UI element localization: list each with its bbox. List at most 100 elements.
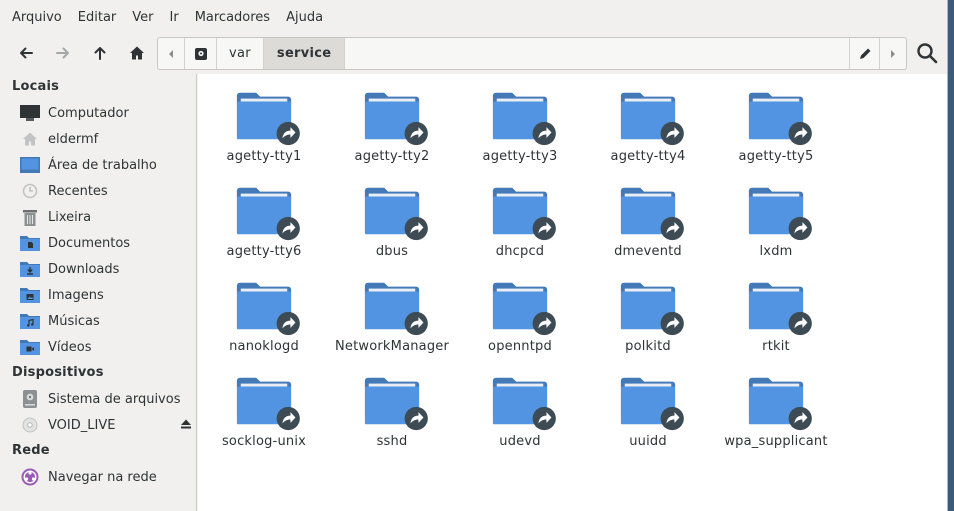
file-item-sshd[interactable]: sshd — [328, 359, 456, 449]
menu-editar[interactable]: Editar — [70, 0, 125, 35]
sidebar-item-sistema-de-arquivos[interactable]: Sistema de arquivos — [4, 386, 196, 412]
folder-documents-icon — [20, 234, 40, 252]
file-name: polkitd — [625, 339, 671, 354]
sidebar-item-label: Vídeos — [48, 339, 92, 355]
file-item-agetty-tty3[interactable]: agetty-tty3 — [456, 74, 584, 164]
forward-button[interactable] — [46, 37, 80, 69]
file-item-networkmanager[interactable]: NetworkManager — [328, 264, 456, 354]
path-segment-service[interactable]: service — [263, 38, 346, 69]
folder-symlink-icon — [236, 377, 300, 431]
sidebar-item-videos[interactable]: Vídeos — [4, 334, 196, 360]
file-item-rtkit[interactable]: rtkit — [712, 264, 840, 354]
path-root-button[interactable] — [185, 38, 217, 69]
sidebar-item-label: VOID_LIVE — [48, 417, 116, 433]
home-button[interactable] — [120, 37, 154, 69]
file-item-agetty-tty5[interactable]: agetty-tty5 — [712, 74, 840, 164]
folder-symlink-icon — [492, 377, 556, 431]
file-item-polkitd[interactable]: polkitd — [584, 264, 712, 354]
sidebar-heading-locais: Locais — [12, 79, 60, 94]
file-name: agetty-tty4 — [610, 149, 686, 164]
file-item-lxdm[interactable]: lxdm — [712, 169, 840, 259]
sidebar-item-label: Navegar na rede — [48, 469, 157, 485]
file-item-udevd[interactable]: udevd — [456, 359, 584, 449]
folder-symlink-icon — [236, 187, 300, 241]
back-button[interactable] — [9, 37, 43, 69]
sidebar-item-label: Recentes — [48, 183, 108, 199]
sidebar-item-label: Computador — [48, 105, 129, 121]
file-item-agetty-tty6[interactable]: agetty-tty6 — [200, 169, 328, 259]
path-scroll-right-button[interactable] — [879, 38, 906, 69]
file-item-agetty-tty1[interactable]: agetty-tty1 — [200, 74, 328, 164]
menu-arquivo[interactable]: Arquivo — [4, 0, 70, 35]
trash-icon — [20, 208, 40, 226]
folder-symlink-icon — [236, 92, 300, 146]
file-name: uuidd — [629, 434, 667, 449]
toolbar: var service — [0, 35, 948, 72]
sidebar-item-lixeira[interactable]: Lixeira — [4, 204, 196, 230]
file-name: agetty-tty2 — [354, 149, 430, 164]
edit-location-button[interactable] — [849, 38, 879, 69]
up-button[interactable] — [83, 37, 117, 69]
clock-icon — [20, 182, 40, 200]
file-item-nanoklogd[interactable]: nanoklogd — [200, 264, 328, 354]
sidebar-item-recentes[interactable]: Recentes — [4, 178, 196, 204]
file-name: openntpd — [488, 339, 552, 354]
file-name: udevd — [499, 434, 541, 449]
sidebar-item-downloads[interactable]: Downloads — [4, 256, 196, 282]
sidebar-item-computador[interactable]: Computador — [4, 100, 196, 126]
file-name: agetty-tty3 — [482, 149, 558, 164]
folder-symlink-icon — [364, 92, 428, 146]
folder-symlink-icon — [364, 377, 428, 431]
menu-ir[interactable]: Ir — [162, 0, 187, 35]
path-segment-var[interactable]: var — [217, 38, 264, 69]
file-item-dbus[interactable]: dbus — [328, 169, 456, 259]
folder-symlink-icon — [364, 187, 428, 241]
search-button[interactable] — [911, 37, 943, 69]
folder-music-icon — [20, 312, 40, 330]
sidebar-item-documentos[interactable]: Documentos — [4, 230, 196, 256]
monitor-icon — [20, 104, 40, 122]
folder-symlink-icon — [364, 282, 428, 336]
chevron-left-icon — [169, 49, 173, 58]
file-item-dhcpcd[interactable]: dhcpcd — [456, 169, 584, 259]
pencil-icon — [859, 48, 870, 59]
pathbar: var service — [157, 37, 907, 70]
folder-symlink-icon — [492, 282, 556, 336]
file-name: rtkit — [762, 339, 790, 354]
path-scroll-left-button[interactable] — [158, 38, 185, 69]
sidebar-item-navegar-na-rede[interactable]: Navegar na rede — [4, 464, 196, 490]
harddisk-icon — [194, 47, 207, 60]
menu-ver[interactable]: Ver — [124, 0, 161, 35]
file-item-wpa_supplicant[interactable]: wpa_supplicant — [712, 359, 840, 449]
file-item-socklog-unix[interactable]: socklog-unix — [200, 359, 328, 449]
menu-ajuda[interactable]: Ajuda — [278, 0, 331, 35]
file-item-openntpd[interactable]: openntpd — [456, 264, 584, 354]
sidebar-item-eldermf[interactable]: eldermf — [4, 126, 196, 152]
file-item-uuidd[interactable]: uuidd — [584, 359, 712, 449]
file-item-dmeventd[interactable]: dmeventd — [584, 169, 712, 259]
eject-icon — [181, 419, 191, 429]
file-name: agetty-tty6 — [226, 244, 302, 259]
folder-symlink-icon — [748, 377, 812, 431]
file-item-agetty-tty4[interactable]: agetty-tty4 — [584, 74, 712, 164]
sidebar-heading-dispositivos: Dispositivos — [12, 365, 104, 380]
eject-button[interactable] — [180, 418, 192, 434]
file-item-agetty-tty2[interactable]: agetty-tty2 — [328, 74, 456, 164]
sidebar-item-musicas[interactable]: Músicas — [4, 308, 196, 334]
sidebar-item-label: Imagens — [48, 287, 104, 303]
folder-pictures-icon — [20, 286, 40, 304]
file-name: sshd — [376, 434, 408, 449]
folder-symlink-icon — [620, 377, 684, 431]
file-name: socklog-unix — [221, 434, 307, 449]
sidebar-item-area-de-trabalho[interactable]: Área de trabalho — [4, 152, 196, 178]
sidebar-item-void-live[interactable]: VOID_LIVE — [4, 412, 196, 438]
folder-symlink-icon — [620, 282, 684, 336]
file-name: dhcpcd — [495, 244, 545, 259]
menu-marcadores[interactable]: Marcadores — [187, 0, 278, 35]
folder-symlink-icon — [620, 187, 684, 241]
file-name: agetty-tty5 — [738, 149, 814, 164]
sidebar-item-label: Sistema de arquivos — [48, 391, 181, 407]
sidebar-item-imagens[interactable]: Imagens — [4, 282, 196, 308]
sidebar-item-label: Documentos — [48, 235, 131, 251]
network-icon — [20, 468, 40, 486]
